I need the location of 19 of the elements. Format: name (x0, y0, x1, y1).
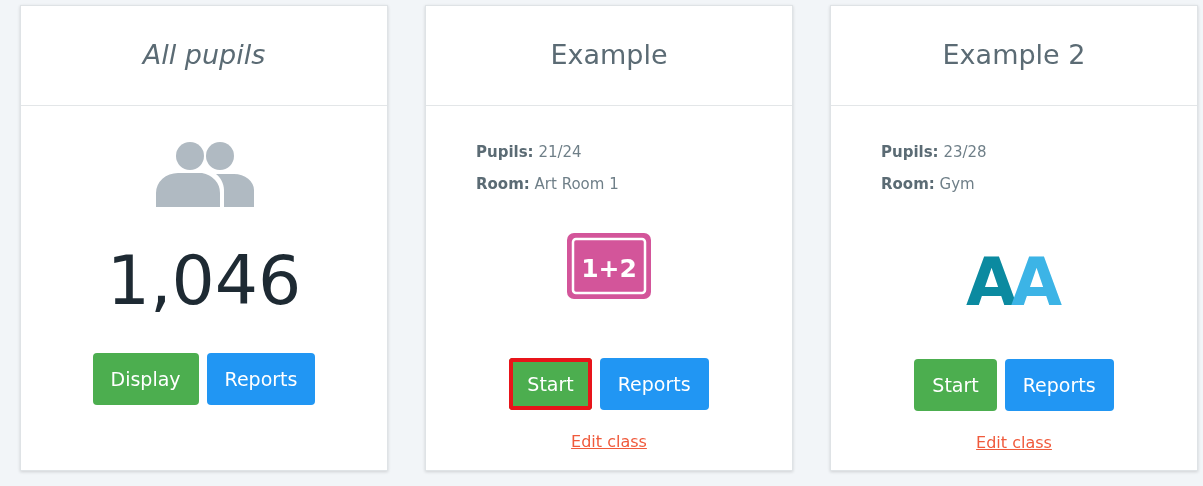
class-detail: Room: Art Room 1 (476, 174, 620, 195)
card-title: Example 2 (942, 38, 1086, 73)
edit-class-link[interactable]: Edit class (571, 430, 647, 454)
users-icon (154, 141, 254, 207)
display-button[interactable]: Display (92, 353, 199, 405)
letters-icon: AA (964, 227, 1064, 309)
card-title: Example (550, 38, 668, 73)
class-detail: Room: Gym (881, 174, 976, 195)
class-detail: Pupils: 21/24 (476, 142, 583, 163)
start-button[interactable]: Start (509, 358, 592, 410)
reports-button[interactable]: Reports (206, 353, 316, 405)
reports-button[interactable]: Reports (1004, 359, 1114, 411)
reports-button[interactable]: Reports (599, 358, 709, 410)
math-tile-icon: 1+2 (566, 232, 652, 300)
edit-class-link[interactable]: Edit class (976, 431, 1052, 455)
card-title: All pupils (142, 38, 266, 73)
class-detail: Pupils: 23/28 (881, 142, 988, 163)
start-button[interactable]: Start (914, 359, 997, 411)
pupil-count: 1,046 (106, 247, 302, 315)
